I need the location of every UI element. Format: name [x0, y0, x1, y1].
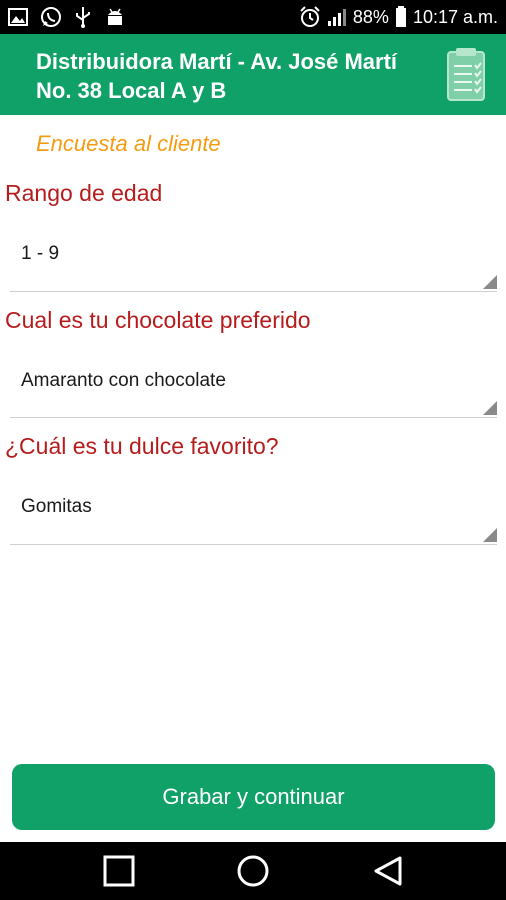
dropdown-arrow-icon	[483, 275, 497, 289]
android-icon	[108, 8, 122, 25]
app-bar: Distribuidora Martí - Av. José Martí No.…	[0, 34, 506, 115]
age-range-dropdown[interactable]: 1 - 9	[10, 228, 497, 292]
dropdown-arrow-icon	[483, 401, 497, 415]
age-range-value: 1 - 9	[21, 243, 60, 264]
usb-icon	[76, 7, 90, 28]
checklist-icon[interactable]	[446, 48, 488, 102]
recents-square-icon[interactable]	[103, 855, 135, 887]
question-label-chocolate: Cual es tu chocolate preferido	[5, 307, 311, 333]
image-icon	[8, 8, 28, 26]
home-circle-icon[interactable]	[236, 854, 270, 888]
system-status: 88% 10:17 a.m.	[299, 0, 498, 34]
signal-icon	[327, 9, 346, 26]
status-bar: 88% 10:17 a.m.	[0, 0, 506, 34]
survey-title: Encuesta al cliente	[36, 131, 221, 156]
question-label-candy: ¿Cuál es tu dulce favorito?	[5, 433, 279, 459]
alarm-icon	[300, 6, 320, 27]
chocolate-value: Amaranto con chocolate	[21, 370, 226, 391]
save-continue-button[interactable]: Grabar y continuar	[12, 764, 495, 830]
navigation-bar	[0, 842, 506, 900]
candy-value: Gomitas	[21, 496, 92, 517]
whatsapp-icon	[41, 7, 61, 27]
battery-icon	[395, 6, 406, 27]
candy-dropdown[interactable]: Gomitas	[10, 481, 497, 545]
question-label-age: Rango de edad	[5, 180, 163, 206]
app-title: Distribuidora Martí - Av. José Martí No.…	[36, 49, 398, 103]
notification-icons	[8, 6, 126, 28]
dropdown-arrow-icon	[483, 528, 497, 542]
back-triangle-icon[interactable]	[372, 855, 404, 887]
clock: 10:17 a.m.	[412, 6, 498, 27]
chocolate-dropdown[interactable]: Amaranto con chocolate	[10, 355, 497, 418]
battery-percent: 88%	[352, 6, 389, 27]
